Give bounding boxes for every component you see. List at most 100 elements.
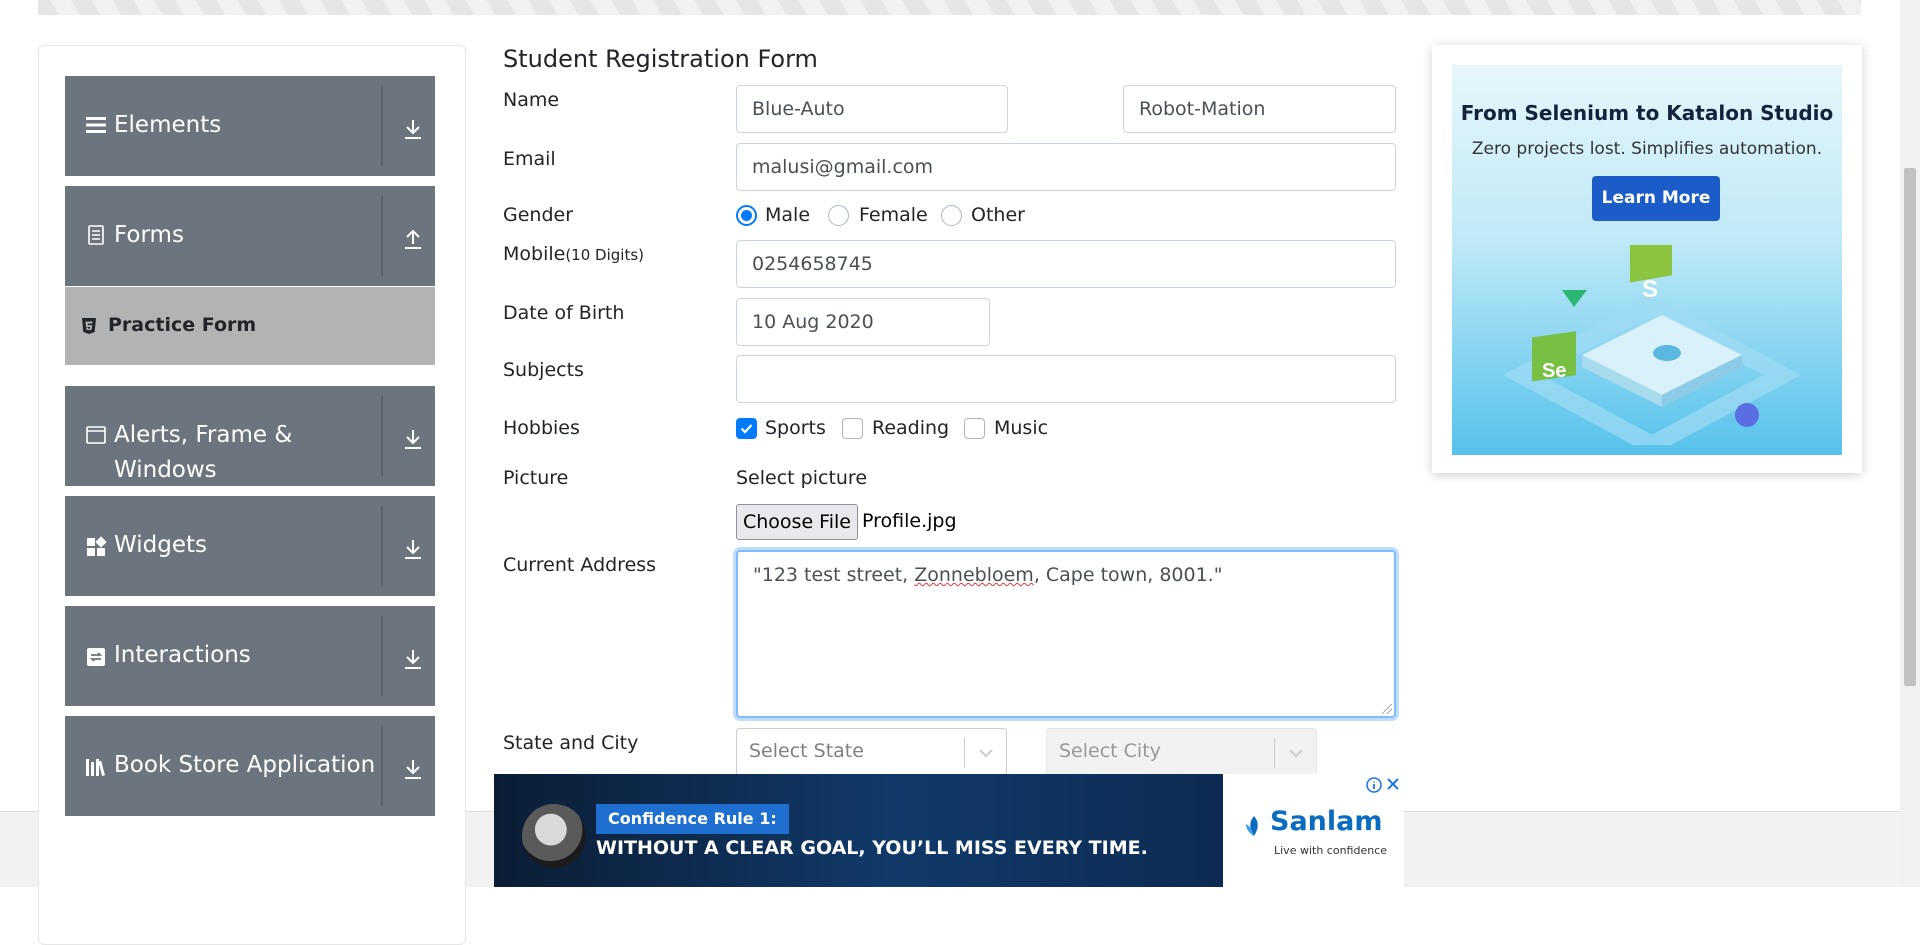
hobby-option-label[interactable]: Reading <box>872 417 949 439</box>
state-city-label: State and City <box>503 732 639 754</box>
sidebar-group-label: Widgets <box>114 532 207 558</box>
mobile-hint: (10 Digits) <box>565 246 644 264</box>
mobile-input[interactable]: 0254658745 <box>736 240 1396 288</box>
picture-prompt: Select picture <box>736 467 868 489</box>
resize-handle[interactable] <box>1382 704 1392 714</box>
email-label: Email <box>503 148 556 170</box>
state-select[interactable]: Select State <box>736 728 1007 776</box>
sidebar-group-label: Alerts, Frame & <box>114 422 293 448</box>
address-text: "123 test street, <box>753 564 915 586</box>
upload-arrow-icon[interactable] <box>401 227 425 251</box>
sidebar-item-label: Practice Form <box>108 314 257 336</box>
divider <box>1274 738 1275 768</box>
state-placeholder: Select State <box>749 740 864 762</box>
gender-option-label[interactable]: Male <box>765 204 810 226</box>
email-input[interactable]: malusi@gmail.com <box>736 143 1396 191</box>
ad-tag: Confidence Rule 1: <box>596 804 789 834</box>
subjects-input[interactable] <box>736 355 1396 403</box>
chevron-down-icon[interactable] <box>1285 742 1307 764</box>
sidebar-group-label: Elements <box>114 112 222 138</box>
header-banner-strip <box>38 0 1861 15</box>
gender-radio-female[interactable] <box>828 205 849 226</box>
brand-name: Sanlam <box>1270 806 1383 837</box>
sanlam-logo-icon <box>1246 816 1258 836</box>
gender-radio-other[interactable] <box>941 205 962 226</box>
city-placeholder: Select City <box>1059 740 1161 762</box>
widgets-icon <box>85 536 107 558</box>
ad-info-icon[interactable] <box>1366 777 1382 793</box>
download-arrow-icon[interactable] <box>401 647 425 671</box>
download-arrow-icon[interactable] <box>401 427 425 451</box>
html5-icon <box>81 317 97 335</box>
hobby-option-label[interactable]: Music <box>994 417 1048 439</box>
sidebar-group-label: Interactions <box>114 642 251 668</box>
divider <box>381 196 383 276</box>
learn-more-button[interactable]: Learn More <box>1592 176 1720 221</box>
choose-file-button[interactable]: Choose File <box>736 504 858 540</box>
sidebar-group-label-line2: Windows <box>114 457 217 483</box>
subjects-label: Subjects <box>503 359 584 381</box>
divider <box>381 726 383 806</box>
sidebar-item-practice-form[interactable]: Practice Form <box>65 287 435 365</box>
divider <box>964 738 965 768</box>
isometric-illustration-icon: S Se <box>1503 245 1801 445</box>
download-arrow-icon[interactable] <box>401 757 425 781</box>
current-address-textarea[interactable]: "123 test street, Zonnebloem, Cape town,… <box>736 550 1396 718</box>
name-label: Name <box>503 89 560 111</box>
svg-text:Se: Se <box>1542 360 1566 382</box>
address-text: , Cape town, 8001." <box>1033 564 1223 586</box>
sidebar-group-forms[interactable]: Forms <box>65 186 435 286</box>
sidebar-group-alerts-frame-windows[interactable]: Alerts, Frame & Windows <box>65 386 435 486</box>
sidebar-group-interactions[interactable]: Interactions <box>65 606 435 706</box>
svg-text:S: S <box>1642 276 1658 303</box>
divider <box>381 506 383 586</box>
document-icon <box>85 224 107 246</box>
sidebar-group-label: Book Store Application <box>114 752 376 778</box>
sidebar-group-elements[interactable]: Elements <box>65 76 435 176</box>
sidebar-group-label: Forms <box>114 222 184 248</box>
chevron-down-icon[interactable] <box>975 742 997 764</box>
mobile-label: Mobile(10 Digits) <box>503 243 644 265</box>
gender-radio-male[interactable] <box>736 205 757 226</box>
gender-option-label[interactable]: Other <box>971 204 1025 226</box>
download-arrow-icon[interactable] <box>401 537 425 561</box>
ad-slogan: WITHOUT A CLEAR GOAL, YOU’LL MISS EVERY … <box>596 837 1148 859</box>
brand-tagline: Live with confidence <box>1274 844 1388 857</box>
divider <box>381 396 383 476</box>
divider <box>381 616 383 696</box>
ad-image: From Selenium to Katalon Studio Zero pro… <box>1452 65 1842 455</box>
divider <box>381 86 383 166</box>
checkmark-icon <box>740 424 753 434</box>
ad-subtext: Zero projects lost. Simplifies automatio… <box>1471 139 1823 159</box>
sidebar-group-book-store[interactable]: Book Store Application <box>65 716 435 816</box>
address-misspelled-word: Zonnebloem <box>914 564 1034 586</box>
download-arrow-icon[interactable] <box>401 117 425 141</box>
hobbies-label: Hobbies <box>503 417 580 439</box>
list-icon <box>85 114 107 136</box>
ad-close-icon[interactable] <box>1384 775 1402 793</box>
dob-label: Date of Birth <box>503 302 625 324</box>
hobby-checkbox-reading[interactable] <box>842 418 863 439</box>
window-icon <box>85 424 107 446</box>
date-of-birth-input[interactable]: 10 Aug 2020 <box>736 298 990 346</box>
interactions-icon <box>85 646 107 668</box>
sanlam-advertisement[interactable]: Confidence Rule 1: WITHOUT A CLEAR GOAL,… <box>494 774 1404 887</box>
picture-label: Picture <box>503 467 569 489</box>
ad-portrait-image <box>522 804 586 868</box>
ad-banner: Confidence Rule 1: WITHOUT A CLEAR GOAL,… <box>494 774 1223 887</box>
address-label: Current Address <box>503 554 657 576</box>
first-name-input[interactable]: Blue-Auto <box>736 85 1008 133</box>
gender-label: Gender <box>503 204 574 226</box>
scrollbar-thumb[interactable] <box>1904 168 1916 686</box>
city-select[interactable]: Select City <box>1046 728 1317 776</box>
ad-headline: From Selenium to Katalon Studio <box>1460 101 1834 125</box>
page-title: Student Registration Form <box>503 45 818 73</box>
katalon-advertisement[interactable]: From Selenium to Katalon Studio Zero pro… <box>1432 45 1862 473</box>
sidebar-group-widgets[interactable]: Widgets <box>65 496 435 596</box>
last-name-input[interactable]: Robot-Mation <box>1123 85 1396 133</box>
file-name: Profile.jpg <box>862 510 957 532</box>
hobby-checkbox-sports[interactable] <box>736 418 757 439</box>
gender-option-label[interactable]: Female <box>859 204 928 226</box>
hobby-checkbox-music[interactable] <box>964 418 985 439</box>
hobby-option-label[interactable]: Sports <box>765 417 826 439</box>
